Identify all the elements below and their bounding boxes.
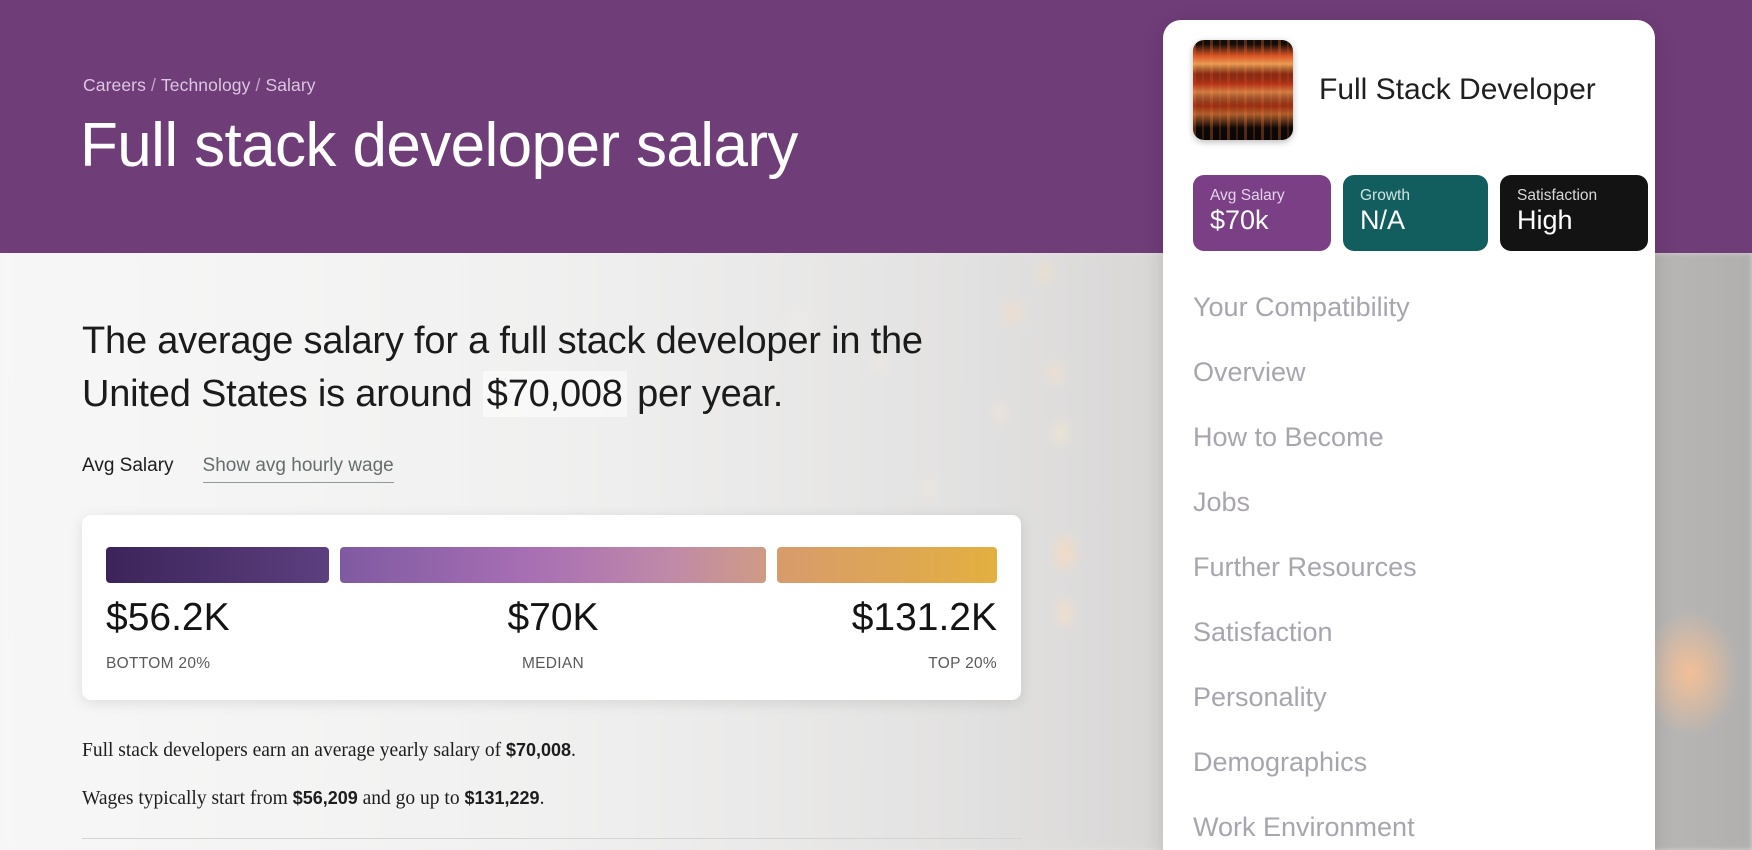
paragraph-bold-amount: $56,209 (292, 788, 358, 808)
salary-label-top-20: TOP 20% (928, 655, 997, 672)
salary-description: Full stack developers earn an average ye… (82, 740, 1032, 836)
salary-bar-top-20 (777, 547, 998, 583)
salary-stat-median: $70K MEDIAN (340, 595, 767, 673)
salary-value-median: $70K (507, 596, 599, 639)
badge-value-satisfaction: High (1517, 205, 1573, 235)
paragraph-text: . (571, 740, 576, 761)
salary-value-bottom-20: $56.2K (106, 596, 230, 639)
lede-text-after: per year. (626, 373, 784, 415)
salary-value-top-20: $131.2K (851, 596, 997, 639)
sidebar-item-overview[interactable]: Overview (1193, 357, 1623, 387)
salary-bar-median (339, 547, 767, 583)
status-badge-avg-salary[interactable]: Avg Salary $70k (1193, 175, 1331, 251)
breadcrumb: Careers / Technology / Salary (83, 75, 316, 96)
sidebar-item-demographics[interactable]: Demographics (1193, 747, 1623, 777)
salary-range-bars (106, 547, 998, 583)
salary-stat-top-20: $131.2K TOP 20% (777, 595, 997, 673)
paragraph-text: . (539, 788, 545, 809)
paragraph-text: Wages typically start from (82, 788, 293, 809)
badge-label-growth: Growth (1360, 187, 1410, 204)
breadcrumb-separator: / (255, 75, 261, 95)
digital-rain-thumbnail-icon (1193, 40, 1293, 140)
salary-bar-bottom-20 (106, 547, 329, 583)
salary-unit-toggle: Avg Salary Show avg hourly wage (82, 455, 394, 483)
status-badge-growth[interactable]: Growth N/A (1343, 175, 1488, 251)
paragraph-text: Full stack developers earn an average ye… (82, 740, 506, 761)
page-title: Full stack developer salary (80, 111, 798, 180)
breadcrumb-item-salary[interactable]: Salary (265, 75, 315, 95)
paragraph-text: and go up to (357, 788, 465, 809)
sidebar-item-jobs[interactable]: Jobs (1193, 487, 1623, 517)
salary-paragraph-average: Full stack developers earn an average ye… (82, 740, 1032, 762)
salary-summary-statement: The average salary for a full stack deve… (82, 315, 1002, 421)
job-detail-panel: Full Stack Developer Avg Salary $70k Gro… (1163, 20, 1655, 850)
sidebar-item-your-compatibility[interactable]: Your Compatibility (1193, 292, 1623, 322)
sidebar-item-personality[interactable]: Personality (1193, 682, 1623, 712)
toggle-hourly-wage-link[interactable]: Show avg hourly wage (202, 455, 394, 483)
salary-label-bottom-20: BOTTOM 20% (106, 655, 211, 672)
badge-label-avg-salary: Avg Salary (1210, 187, 1285, 204)
sidebar-item-how-to-become[interactable]: How to Become (1193, 422, 1623, 452)
tab-avg-salary[interactable]: Avg Salary (82, 455, 174, 477)
salary-range-values: $56.2K BOTTOM 20% $70K MEDIAN $131.2K TO… (106, 595, 997, 673)
breadcrumb-separator: / (150, 75, 156, 95)
paragraph-bold-amount: $131,229 (464, 788, 540, 808)
salary-stat-bottom-20: $56.2K BOTTOM 20% (106, 595, 329, 673)
panel-header: Full Stack Developer (1193, 40, 1596, 140)
breadcrumb-item-technology[interactable]: Technology (161, 75, 251, 95)
sidebar-item-work-environment[interactable]: Work Environment (1193, 812, 1623, 842)
salary-paragraph-range: Wages typically start from $56,209 and g… (82, 788, 1032, 810)
panel-navigation: Your Compatibility Overview How to Becom… (1193, 292, 1623, 850)
sidebar-item-satisfaction[interactable]: Satisfaction (1193, 617, 1623, 647)
salary-label-median: MEDIAN (521, 655, 585, 672)
badge-value-avg-salary: $70k (1210, 205, 1269, 235)
paragraph-bold-amount: $70,008 (505, 740, 572, 760)
badge-value-growth: N/A (1360, 205, 1406, 235)
breadcrumb-item-careers[interactable]: Careers (83, 75, 146, 95)
sidebar-item-further-resources[interactable]: Further Resources (1193, 552, 1623, 582)
salary-range-card: $56.2K BOTTOM 20% $70K MEDIAN $131.2K TO… (82, 515, 1021, 700)
section-divider (82, 838, 1022, 839)
status-badge-satisfaction[interactable]: Satisfaction High (1500, 175, 1648, 251)
badge-label-satisfaction: Satisfaction (1517, 187, 1598, 204)
job-title: Full Stack Developer (1319, 73, 1596, 106)
lede-highlight-amount: $70,008 (482, 371, 627, 417)
job-stat-badges: Avg Salary $70k Growth N/A Satisfaction … (1193, 175, 1648, 251)
